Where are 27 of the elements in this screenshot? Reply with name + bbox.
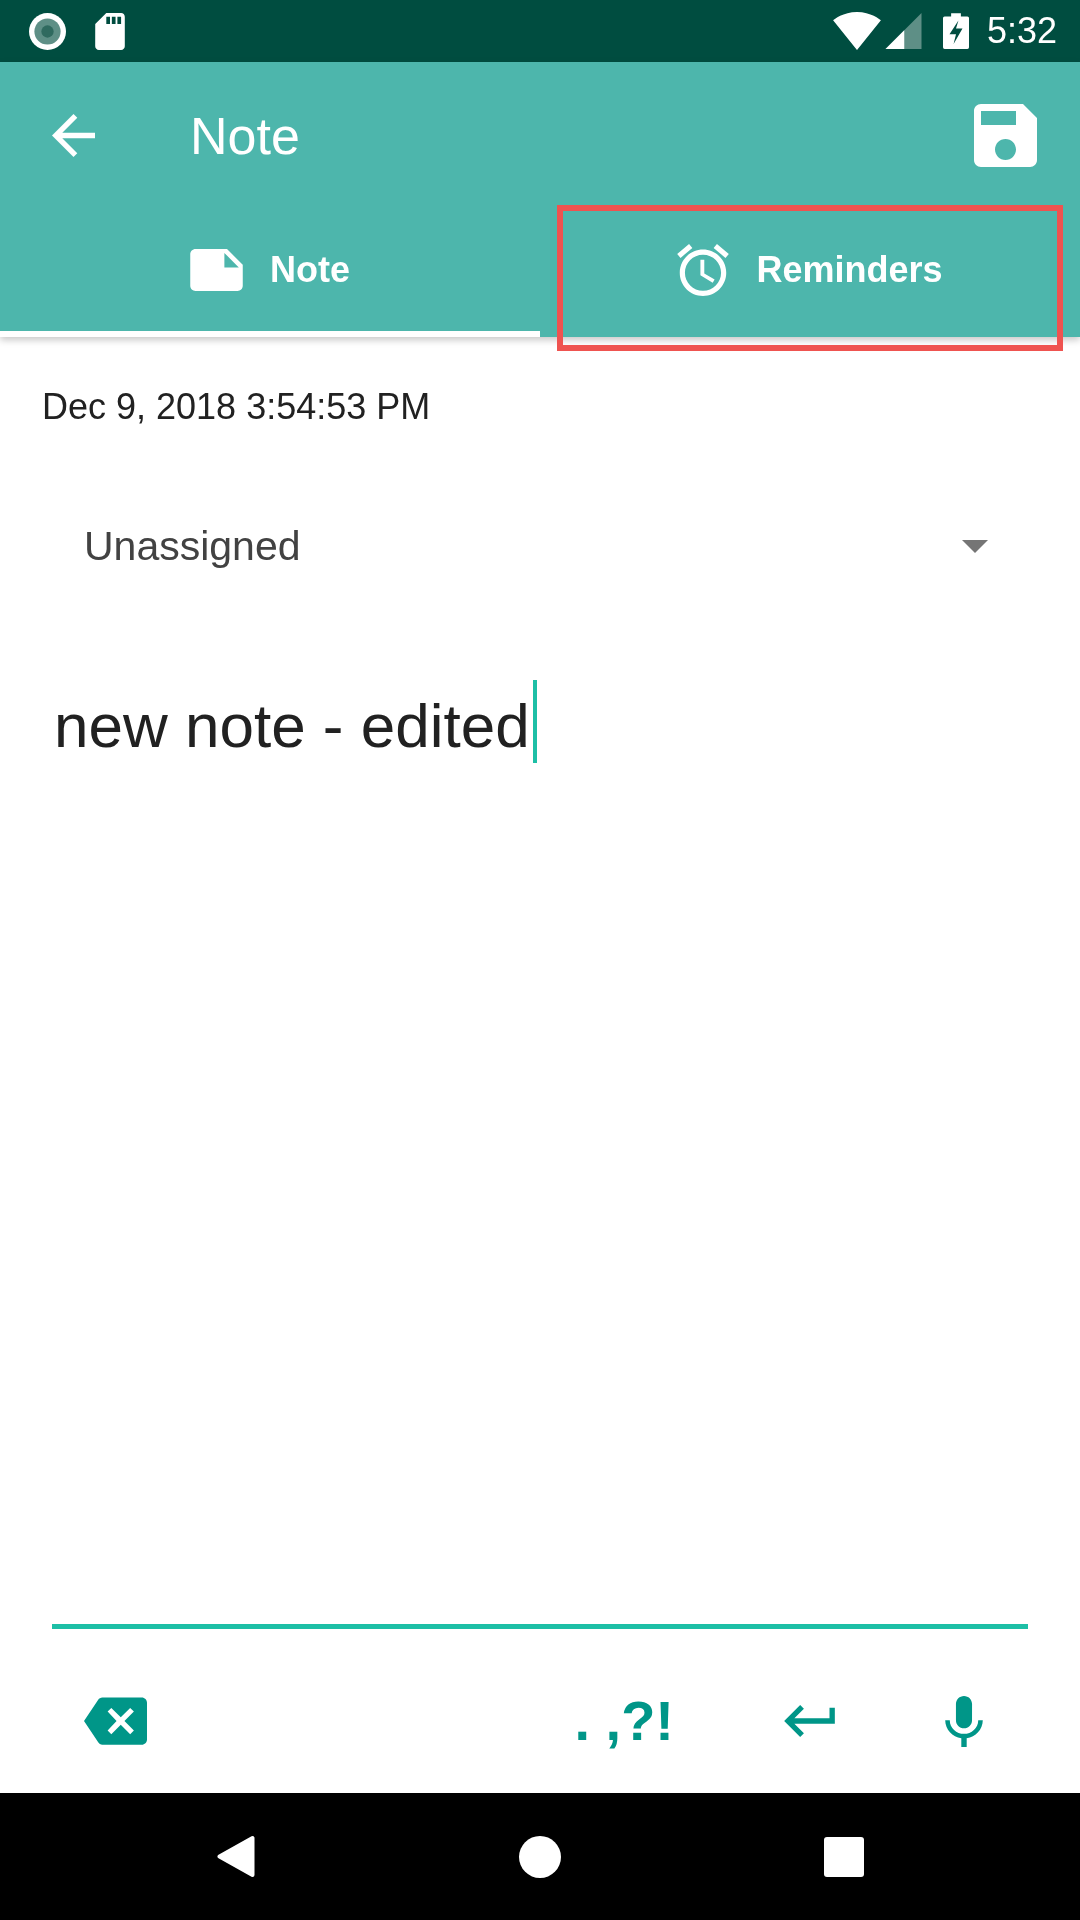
category-dropdown[interactable]: Unassigned [42, 521, 1038, 571]
save-icon [973, 104, 1038, 167]
enter-button[interactable] [784, 1705, 835, 1737]
note-timestamp: Dec 9, 2018 3:54:53 PM [42, 385, 432, 429]
microphone-icon [945, 1695, 983, 1747]
alarm-clock-icon [677, 244, 730, 296]
note-text-field[interactable]: new note - edited [52, 660, 1028, 1629]
back-triangle-icon[interactable] [217, 1835, 255, 1878]
status-time: 5:32 [986, 11, 1057, 51]
enter-icon [784, 1705, 835, 1737]
sd-card-icon [95, 12, 125, 50]
note-icon [190, 249, 243, 291]
back-arrow-icon [52, 114, 95, 157]
microphone-button[interactable] [945, 1695, 983, 1747]
tab[interactable]: Reminders [540, 209, 1080, 337]
tab[interactable]: Note [0, 209, 540, 337]
home-circle-icon[interactable] [519, 1835, 561, 1878]
backspace-icon [84, 1697, 147, 1745]
backspace-button[interactable] [84, 1697, 147, 1745]
screen-title: Note [190, 105, 301, 166]
ring-icon [29, 12, 66, 50]
recents-square-icon[interactable] [824, 1836, 864, 1877]
signal-icon [884, 13, 922, 49]
wifi-icon [832, 12, 881, 50]
caret-icon [962, 539, 988, 553]
punctuation-button[interactable]: . ,?! [574, 1693, 674, 1749]
battery-charging-icon [942, 13, 969, 49]
